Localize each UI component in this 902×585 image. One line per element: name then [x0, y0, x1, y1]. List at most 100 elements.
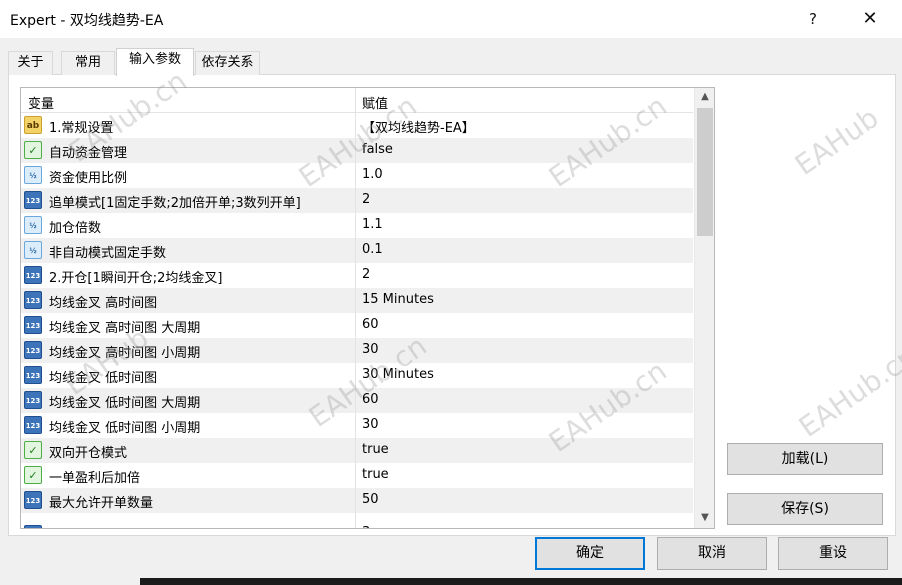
tab-common[interactable]: 常用: [61, 51, 115, 75]
parameter-value[interactable]: false: [362, 142, 393, 157]
parameter-name: 3.加仓[1固定网格;2黄金网格;3阻力网格;4振: [49, 525, 308, 528]
parameter-row[interactable]: 123 均线金叉 高时间图 大周期 60: [21, 313, 693, 338]
column-divider: [355, 163, 356, 188]
int-type-icon: 123: [24, 191, 42, 209]
grid-header: 变量 赋值: [21, 88, 693, 113]
parameter-row[interactable]: 123 均线金叉 低时间图 大周期 60: [21, 388, 693, 413]
reset-button[interactable]: 重设: [778, 537, 888, 570]
int-type-icon: 123: [24, 366, 42, 384]
column-divider: [355, 138, 356, 163]
parameter-value[interactable]: 30: [362, 417, 379, 432]
parameter-value[interactable]: 15 Minutes: [362, 292, 434, 307]
taskbar-edge-light: [0, 578, 140, 585]
int-type-icon: 123: [24, 291, 42, 309]
parameter-value[interactable]: 0.1: [362, 242, 383, 257]
parameter-row[interactable]: 123 2.开仓[1瞬间开仓;2均线金叉] 2: [21, 263, 693, 288]
int-type-icon: 123: [24, 525, 42, 528]
ok-button[interactable]: 确定: [535, 537, 645, 570]
column-divider: [355, 388, 356, 413]
column-divider: [355, 188, 356, 213]
column-divider: [355, 413, 356, 438]
column-divider: [355, 213, 356, 238]
parameter-name: 2.开仓[1瞬间开仓;2均线金叉]: [49, 271, 223, 286]
int-type-icon: 123: [24, 341, 42, 359]
parameter-row[interactable]: 123 均线金叉 高时间图 15 Minutes: [21, 288, 693, 313]
load-button[interactable]: 加载(L): [727, 443, 883, 475]
parameter-value[interactable]: 60: [362, 317, 379, 332]
scroll-down-icon[interactable]: ▼: [695, 509, 714, 527]
double-type-icon: ½: [24, 241, 42, 259]
tab-about[interactable]: 关于: [8, 51, 53, 75]
parameter-value[interactable]: 2: [362, 192, 370, 207]
parameter-name: 均线金叉 低时间图 小周期: [49, 421, 201, 436]
vertical-scrollbar[interactable]: ▲ ▼: [694, 88, 714, 528]
parameter-row[interactable]: ½ 非自动模式固定手数 0.1: [21, 238, 693, 263]
parameters-grid: 变量 赋值 ab 1.常规设置 【双均线趋势-EA】 ✓ 自动资金管理 false ½ 资金使…: [20, 87, 715, 529]
column-divider: [355, 288, 356, 313]
parameter-value[interactable]: 60: [362, 392, 379, 407]
parameter-row[interactable]: 123 追单模式[1固定手数;2加倍开单;3数列开单] 2: [21, 188, 693, 213]
int-type-icon: 123: [24, 316, 42, 334]
window-title: Expert - 双均线趋势-EA: [10, 13, 164, 29]
parameter-value[interactable]: 1.1: [362, 217, 383, 232]
parameter-row[interactable]: ✓ 自动资金管理 false: [21, 138, 693, 163]
column-divider: [355, 438, 356, 463]
parameter-row[interactable]: 123 均线金叉 低时间图 30 Minutes: [21, 363, 693, 388]
int-type-icon: 123: [24, 266, 42, 284]
parameter-row[interactable]: 123 3.加仓[1固定网格;2黄金网格;3阻力网格;4振 3: [21, 513, 693, 528]
column-header-value[interactable]: 赋值: [362, 93, 388, 112]
column-divider: [355, 263, 356, 288]
title-bar: Expert - 双均线趋势-EA ? ✕: [0, 0, 902, 38]
parameter-name: 加仓倍数: [49, 221, 102, 236]
tab-dependencies[interactable]: 依存关系: [195, 51, 260, 75]
parameter-row[interactable]: 123 均线金叉 高时间图 小周期 30: [21, 338, 693, 363]
column-divider: [355, 363, 356, 388]
parameter-value[interactable]: 【双均线趋势-EA】: [362, 117, 475, 136]
close-icon[interactable]: ✕: [858, 8, 882, 30]
parameter-name: 均线金叉 低时间图 大周期: [49, 396, 201, 411]
parameter-row[interactable]: 123 最大允许开单数量 50: [21, 488, 693, 513]
parameter-row[interactable]: ½ 加仓倍数 1.1: [21, 213, 693, 238]
parameter-value[interactable]: 30: [362, 342, 379, 357]
parameter-name: 双向开仓模式: [49, 446, 128, 461]
save-button[interactable]: 保存(S): [727, 493, 883, 525]
int-type-icon: 123: [24, 491, 42, 509]
column-header-variable[interactable]: 变量: [28, 93, 54, 112]
parameter-value[interactable]: 50: [362, 492, 379, 507]
parameter-value[interactable]: 30 Minutes: [362, 367, 434, 382]
int-type-icon: 123: [24, 416, 42, 434]
bool-type-icon: ✓: [24, 441, 42, 459]
parameter-row[interactable]: ab 1.常规设置 【双均线趋势-EA】: [21, 113, 693, 138]
parameter-name: 均线金叉 低时间图: [49, 371, 158, 386]
parameter-name: 均线金叉 高时间图 小周期: [49, 346, 201, 361]
column-divider: [355, 238, 356, 263]
parameter-row[interactable]: 123 均线金叉 低时间图 小周期 30: [21, 413, 693, 438]
parameter-value[interactable]: true: [362, 442, 389, 457]
parameter-name: 1.常规设置: [49, 121, 114, 136]
column-divider: [355, 513, 356, 528]
scroll-thumb[interactable]: [697, 108, 713, 236]
scroll-up-icon[interactable]: ▲: [695, 88, 714, 106]
column-divider: [355, 463, 356, 488]
string-type-icon: ab: [24, 116, 42, 134]
parameter-name: 一单盈利后加倍: [49, 471, 141, 486]
cancel-button[interactable]: 取消: [657, 537, 767, 570]
parameter-name: 均线金叉 高时间图 大周期: [49, 321, 201, 336]
column-divider: [355, 313, 356, 338]
parameter-rows: ab 1.常规设置 【双均线趋势-EA】 ✓ 自动资金管理 false ½ 资金使用比例 1.0…: [21, 113, 693, 528]
tab-input-params[interactable]: 输入参数: [116, 48, 194, 76]
parameter-row[interactable]: ✓ 一单盈利后加倍 true: [21, 463, 693, 488]
parameter-name: 均线金叉 高时间图: [49, 296, 158, 311]
double-type-icon: ½: [24, 216, 42, 234]
parameter-value[interactable]: 2: [362, 267, 370, 282]
column-divider: [355, 113, 356, 138]
column-divider[interactable]: [355, 88, 356, 113]
parameter-row[interactable]: ½ 资金使用比例 1.0: [21, 163, 693, 188]
parameter-value[interactable]: true: [362, 467, 389, 482]
parameter-value[interactable]: 1.0: [362, 167, 383, 182]
parameter-name: 最大允许开单数量: [49, 496, 154, 511]
help-button[interactable]: ?: [801, 8, 825, 30]
parameter-name: 资金使用比例: [49, 171, 128, 186]
parameter-row[interactable]: ✓ 双向开仓模式 true: [21, 438, 693, 463]
parameter-value[interactable]: 3: [362, 525, 370, 528]
